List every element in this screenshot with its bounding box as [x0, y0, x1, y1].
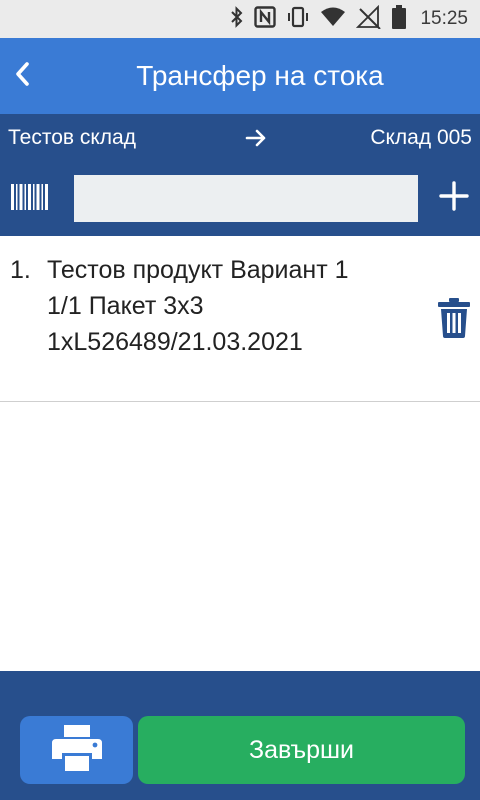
item-quantity: 1/1 Пакет 3x3	[47, 292, 204, 320]
status-icons: 15:25	[230, 0, 468, 38]
scan-barcode-button[interactable]	[8, 180, 52, 218]
nfc-icon	[254, 5, 277, 33]
print-button[interactable]	[20, 716, 133, 784]
item-name: Тестов продукт Вариант 1	[47, 256, 349, 284]
printer-icon	[51, 724, 102, 776]
plus-icon	[439, 180, 469, 216]
list-item[interactable]: 1. Тестов продукт Вариант 1 1/1 Пакет 3x…	[0, 236, 480, 402]
status-time: 15:25	[420, 8, 468, 29]
add-item-button[interactable]	[434, 178, 474, 218]
barcode-icon	[11, 183, 49, 215]
delete-item-button[interactable]	[434, 297, 474, 343]
battery-icon	[392, 4, 407, 34]
item-index: 1.	[10, 256, 31, 284]
finish-button[interactable]: Завърши	[138, 716, 465, 784]
item-details: Тестов продукт Вариант 1 1/1 Пакет 3x3 1…	[47, 254, 417, 358]
scan-input[interactable]	[74, 175, 418, 222]
app-bar: Трансфер на стока	[0, 38, 480, 114]
transfer-route: Тестов склад Склад 005	[0, 114, 480, 162]
no-signal-icon	[356, 4, 382, 34]
status-bar: 15:25	[0, 0, 480, 38]
item-lot: 1xL526489/21.03.2021	[47, 328, 303, 356]
footer-bar: Завърши	[0, 671, 480, 800]
trash-icon	[438, 297, 470, 343]
scan-bar	[0, 162, 480, 236]
stock-transfer-screen: 15:25 Трансфер на стока Тестов склад Скл…	[0, 0, 480, 800]
bluetooth-icon	[230, 5, 244, 33]
back-button[interactable]	[0, 38, 46, 114]
page-title: Трансфер на стока	[136, 60, 384, 91]
wifi-icon	[320, 7, 346, 32]
source-warehouse: Тестов склад	[8, 126, 136, 149]
chevron-left-icon	[14, 61, 32, 92]
destination-warehouse: Склад 005	[370, 126, 472, 149]
arrow-right-icon	[244, 126, 268, 155]
vibrate-icon	[286, 6, 310, 33]
